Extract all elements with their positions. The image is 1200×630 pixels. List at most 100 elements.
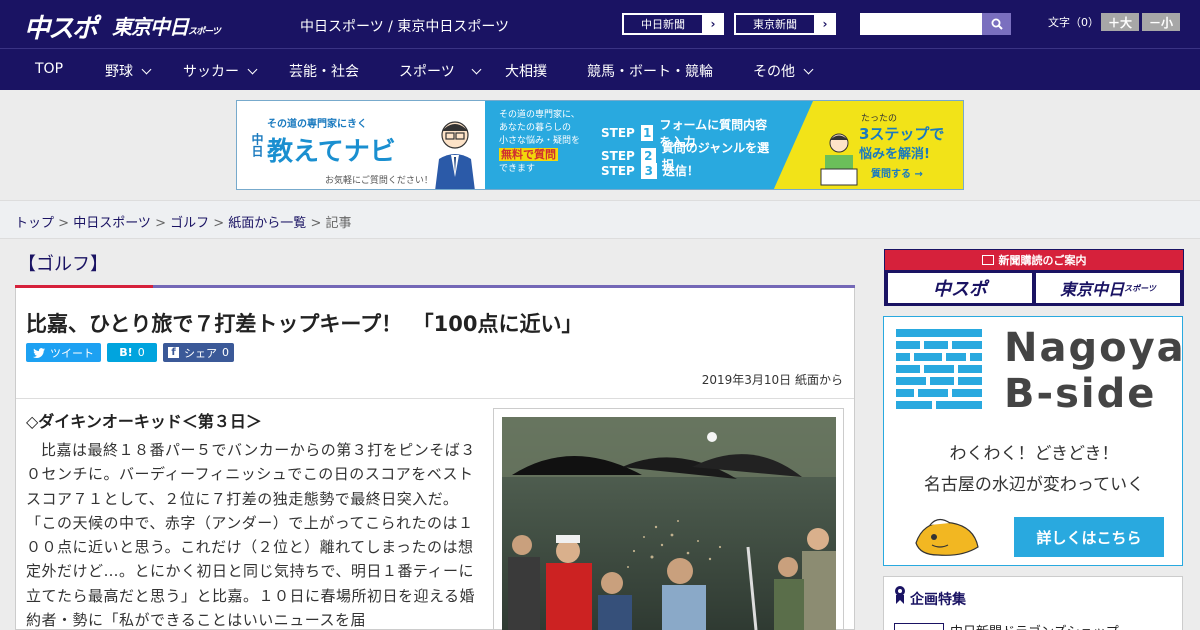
chunichi-shimbun-label: 中日新聞 [623,14,703,34]
chevron-down-icon [471,64,482,74]
font-size-label: 文字（0） [1048,16,1099,29]
breadcrumb-chunichi-sports[interactable]: 中日スポーツ [73,216,151,231]
subscribe-chuspo-link[interactable]: 中スポ [888,273,1032,303]
subscription-title-text: 新聞購読のご案内 [998,254,1087,267]
chunichi-shimbun-link[interactable]: 中日新聞 › [622,13,724,35]
features-title: 企画特集 [910,592,966,608]
twitter-icon [33,347,45,358]
advisor-illustration-icon [435,121,475,189]
tweet-label: ツイート [50,346,94,360]
search-button[interactable] [982,13,1011,35]
hatena-bookmark-button[interactable]: B! 0 [107,343,157,362]
nav-item-sumo[interactable]: 大相撲 [505,61,547,81]
tokyo-shimbun-link[interactable]: 東京新聞 › [734,13,836,35]
nav-item-other[interactable]: その他 [753,61,814,81]
promo-word-nagoya: Nagoya [1004,325,1186,371]
breadcrumb-paper-list[interactable]: 紙面から一覧 [228,216,306,231]
subscription-box: 新聞購読のご案内 中スポ 東京中日 スポーツ [884,249,1184,306]
nav-label: 大相撲 [505,64,547,80]
breadcrumb-sep: > [150,216,171,231]
feature-item-dragons-shop[interactable]: 中日新聞ドラゴンズショップ [950,621,1119,630]
breadcrumb-sep: > [54,216,74,231]
subscribe-tokyo-chunichi-link[interactable]: 東京中日 スポーツ [1036,273,1180,303]
promo-word-bside: B-side [1004,371,1157,417]
breadcrumb-trail: トップ > 中日スポーツ > ゴルフ > 紙面から一覧 > 記事 [15,212,352,231]
article-photo[interactable] [502,417,836,630]
nav-item-keiba[interactable]: 競馬・ボート・競輪 [587,61,713,81]
nav-label: スポーツ [399,64,455,80]
banner-brand-prefix: 中日 [250,133,264,157]
banner-note: お気軽にご質問ください！ [325,176,433,186]
logo-chuspo[interactable]: 中スポ [24,8,98,45]
breadcrumb-golf[interactable]: ゴルフ [170,216,209,231]
step-label: STEP [601,149,635,163]
subscribe-tokyo-text: 東京中日 [1060,280,1125,299]
article-body: 比嘉は最終１８番パー５でバンカーからの第３打をピンそば３０センチに。バーディーフ… [26,441,476,630]
banner-right-big2: 悩みを解消! [859,147,930,162]
banner-mid-text: その道の専門家に、 あなたの暮らしの 小さな悩み・疑問を 無料で質問 できます [499,109,580,176]
article-date: 2019年3月10日 紙面から [701,373,843,387]
nagoya-bside-promo[interactable]: Nagoya B-side わくわく！どきどき！ 名古屋の水辺が変わっていく 詳… [883,316,1186,566]
font-larger-button[interactable]: ＋大 [1101,13,1139,31]
promo-message-1: わくわく！どきどき！ [949,444,1119,464]
banner-mid-line: できます [499,164,536,174]
tweet-button[interactable]: ツイート [26,343,101,362]
chevron-right-icon: › [822,17,828,31]
banner-mid-line: その道の専門家に、 [499,110,580,120]
banner-cta-panel: たったの 3ステップで 悩みを解消! 質問する → [773,101,963,189]
facebook-icon: f [168,347,179,358]
main-nav: TOP 野球 サッカー 芸能・社会 スポーツ 大相撲 競馬・ボート・競輪 その他 [0,48,1200,90]
breadcrumb-sep: > [306,216,326,231]
logo-tokyo-chunichi[interactable]: 東京中日スポーツ [112,11,221,40]
step-label: STEP [601,126,635,140]
nav-label: TOP [35,61,64,77]
share-count: 0 [222,346,229,359]
banner-tagline: その道の専門家にきく [267,119,367,130]
banner-brand: 教えてナビ [267,137,396,167]
promo-details-button[interactable]: 詳しくはこちら [1014,517,1164,557]
breadcrumb-current: 記事 [325,216,352,231]
category-label: 【ゴルフ】 [18,254,108,275]
facebook-share-button[interactable]: f シェア 0 [163,343,234,362]
step-number: 3 [640,162,657,179]
banner-right-big: 3ステップで [859,125,945,143]
tokyo-shimbun-label: 東京新聞 [735,14,815,34]
article-headline: 比嘉、ひとり旅で７打差トップキープ！ 「100点に近い」 [26,312,583,336]
site-title[interactable]: 中日スポーツ / 東京中日スポーツ [300,16,509,36]
nav-item-top[interactable]: TOP [35,61,63,77]
nav-item-sports[interactable]: スポーツ [399,61,482,81]
search-icon [991,18,1003,30]
chevron-right-icon: › [710,17,716,31]
brick-wall-icon [896,329,982,409]
chevron-down-icon [803,64,814,74]
subscription-title: 新聞購読のご案内 [885,250,1183,270]
share-label: シェア [184,346,217,360]
search-input[interactable] [860,13,982,35]
nav-label: 野球 [105,64,133,80]
article-subhead: ◇ダイキンオーキッド＜第３日＞ [26,412,262,431]
oshiete-navi-banner[interactable]: その道の専門家にきく 中日 教えてナビ お気軽にご質問ください！ その道の専門家… [236,100,964,190]
breadcrumb-top[interactable]: トップ [15,216,54,231]
nav-item-baseball[interactable]: 野球 [105,61,152,81]
nav-label: 競馬・ボート・競輪 [587,64,713,80]
subscribe-tokyo-suffix: スポーツ [1124,283,1156,293]
banner-cta[interactable]: 質問する → [871,165,923,180]
nav-label: 芸能・社会 [289,64,359,80]
article-divider [16,398,854,399]
banner-mid-line: あなたの暮らしの [499,123,572,133]
font-smaller-button[interactable]: －小 [1142,13,1180,31]
banner-steps-panel: その道の専門家に、 あなたの暮らしの 小さな悩み・疑問を 無料で質問 できます … [485,101,773,189]
site-header: 中スポ 東京中日スポーツ 中日スポーツ / 東京中日スポーツ 中日新聞 › 東京… [0,0,1200,48]
chevron-down-icon [247,64,258,74]
hatena-count: 0 [137,346,145,359]
breadcrumb-sep: > [209,216,229,231]
golf-bunker-photo [502,417,836,630]
dragons-shop-thumbnail[interactable] [894,623,944,630]
nav-label: その他 [753,64,795,80]
person-laptop-icon [820,133,858,186]
promo-message-2: 名古屋の水辺が変わっていく [923,475,1145,495]
nav-item-entertainment[interactable]: 芸能・社会 [289,61,359,81]
chevron-down-icon [141,64,152,74]
step-label: STEP [601,163,635,178]
nav-item-soccer[interactable]: サッカー [183,61,258,81]
